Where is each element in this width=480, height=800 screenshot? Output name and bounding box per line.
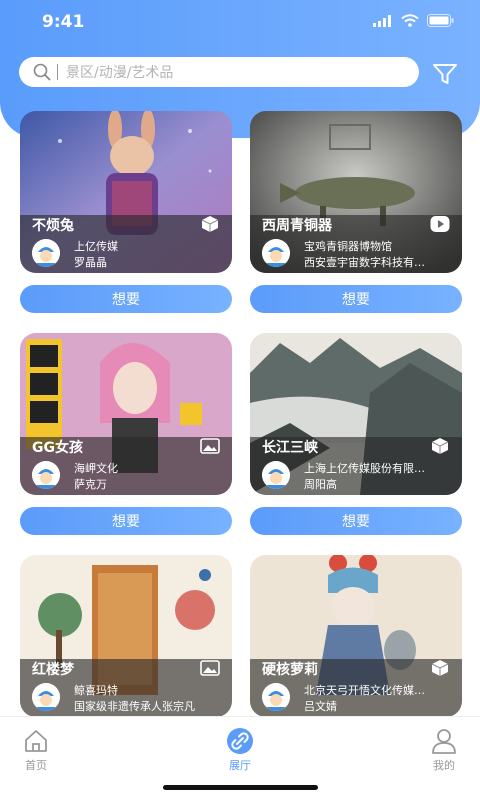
- avatar: [32, 239, 60, 267]
- card-author: 罗晶晶: [74, 256, 107, 269]
- card-publisher: 宝鸡青铜器博物馆: [304, 240, 392, 253]
- link-icon: [227, 728, 253, 754]
- tab-gallery[interactable]: 展厅: [210, 727, 270, 773]
- tab-profile[interactable]: 我的: [414, 727, 474, 773]
- exhibit-card[interactable]: 硬核萝莉 北京天弓开悟文化传媒… 吕文婧: [250, 555, 462, 717]
- avatar: [262, 683, 290, 711]
- card-title: 红楼梦: [32, 662, 74, 678]
- image-icon: [200, 438, 220, 454]
- card-title: 硬核萝莉: [262, 662, 318, 678]
- card-publisher: 海岬文化: [74, 462, 118, 475]
- card-author: 国家级非遗传承人张宗凡: [74, 700, 195, 713]
- image-icon: [200, 660, 220, 676]
- card-publisher: 北京天弓开悟文化传媒…: [304, 684, 425, 697]
- home-icon: [25, 730, 47, 752]
- exhibit-grid: 不烦兔 上亿传媒 罗晶晶 想要 西周青铜器 宝鸡青铜器博物馆 西安壹宇宙数字科技…: [0, 0, 480, 800]
- card-author: 周阳高: [304, 478, 337, 491]
- tab-gallery-label: 展厅: [229, 759, 251, 772]
- card-title: 不烦兔: [32, 218, 74, 234]
- exhibit-card[interactable]: 长江三峡 上海上亿传媒股份有限… 周阳高: [250, 333, 462, 495]
- want-button[interactable]: 想要: [250, 285, 462, 313]
- exhibit-card[interactable]: 不烦兔 上亿传媒 罗晶晶: [20, 111, 232, 273]
- tab-home-label: 首页: [25, 759, 47, 772]
- card-author: 西安壹宇宙数字科技有…: [304, 256, 425, 269]
- card-author: 萨克万: [74, 478, 107, 491]
- card-author: 吕文婧: [304, 700, 337, 713]
- 3d-cube-icon: [431, 660, 449, 676]
- avatar: [262, 461, 290, 489]
- card-publisher: 上亿传媒: [74, 240, 118, 253]
- video-play-icon: [430, 216, 450, 232]
- card-publisher: 上海上亿传媒股份有限…: [304, 462, 425, 475]
- card-title: 西周青铜器: [262, 218, 332, 234]
- want-button[interactable]: 想要: [250, 507, 462, 535]
- tab-home[interactable]: 首页: [6, 727, 66, 773]
- card-title: GG女孩: [32, 440, 83, 456]
- exhibit-card[interactable]: 西周青铜器 宝鸡青铜器博物馆 西安壹宇宙数字科技有…: [250, 111, 462, 273]
- want-button[interactable]: 想要: [20, 507, 232, 535]
- card-publisher: 鲸喜玛特: [74, 684, 118, 697]
- exhibit-card[interactable]: GG女孩 海岬文化 萨克万: [20, 333, 232, 495]
- 3d-cube-icon: [431, 438, 449, 454]
- home-indicator: [163, 785, 318, 790]
- card-title: 长江三峡: [262, 440, 318, 456]
- avatar: [32, 461, 60, 489]
- tab-profile-label: 我的: [433, 759, 455, 772]
- user-icon: [432, 729, 456, 754]
- exhibit-card[interactable]: 红楼梦 鲸喜玛特 国家级非遗传承人张宗凡: [20, 555, 232, 717]
- avatar: [32, 683, 60, 711]
- 3d-cube-icon: [201, 216, 219, 232]
- want-button[interactable]: 想要: [20, 285, 232, 313]
- avatar: [262, 239, 290, 267]
